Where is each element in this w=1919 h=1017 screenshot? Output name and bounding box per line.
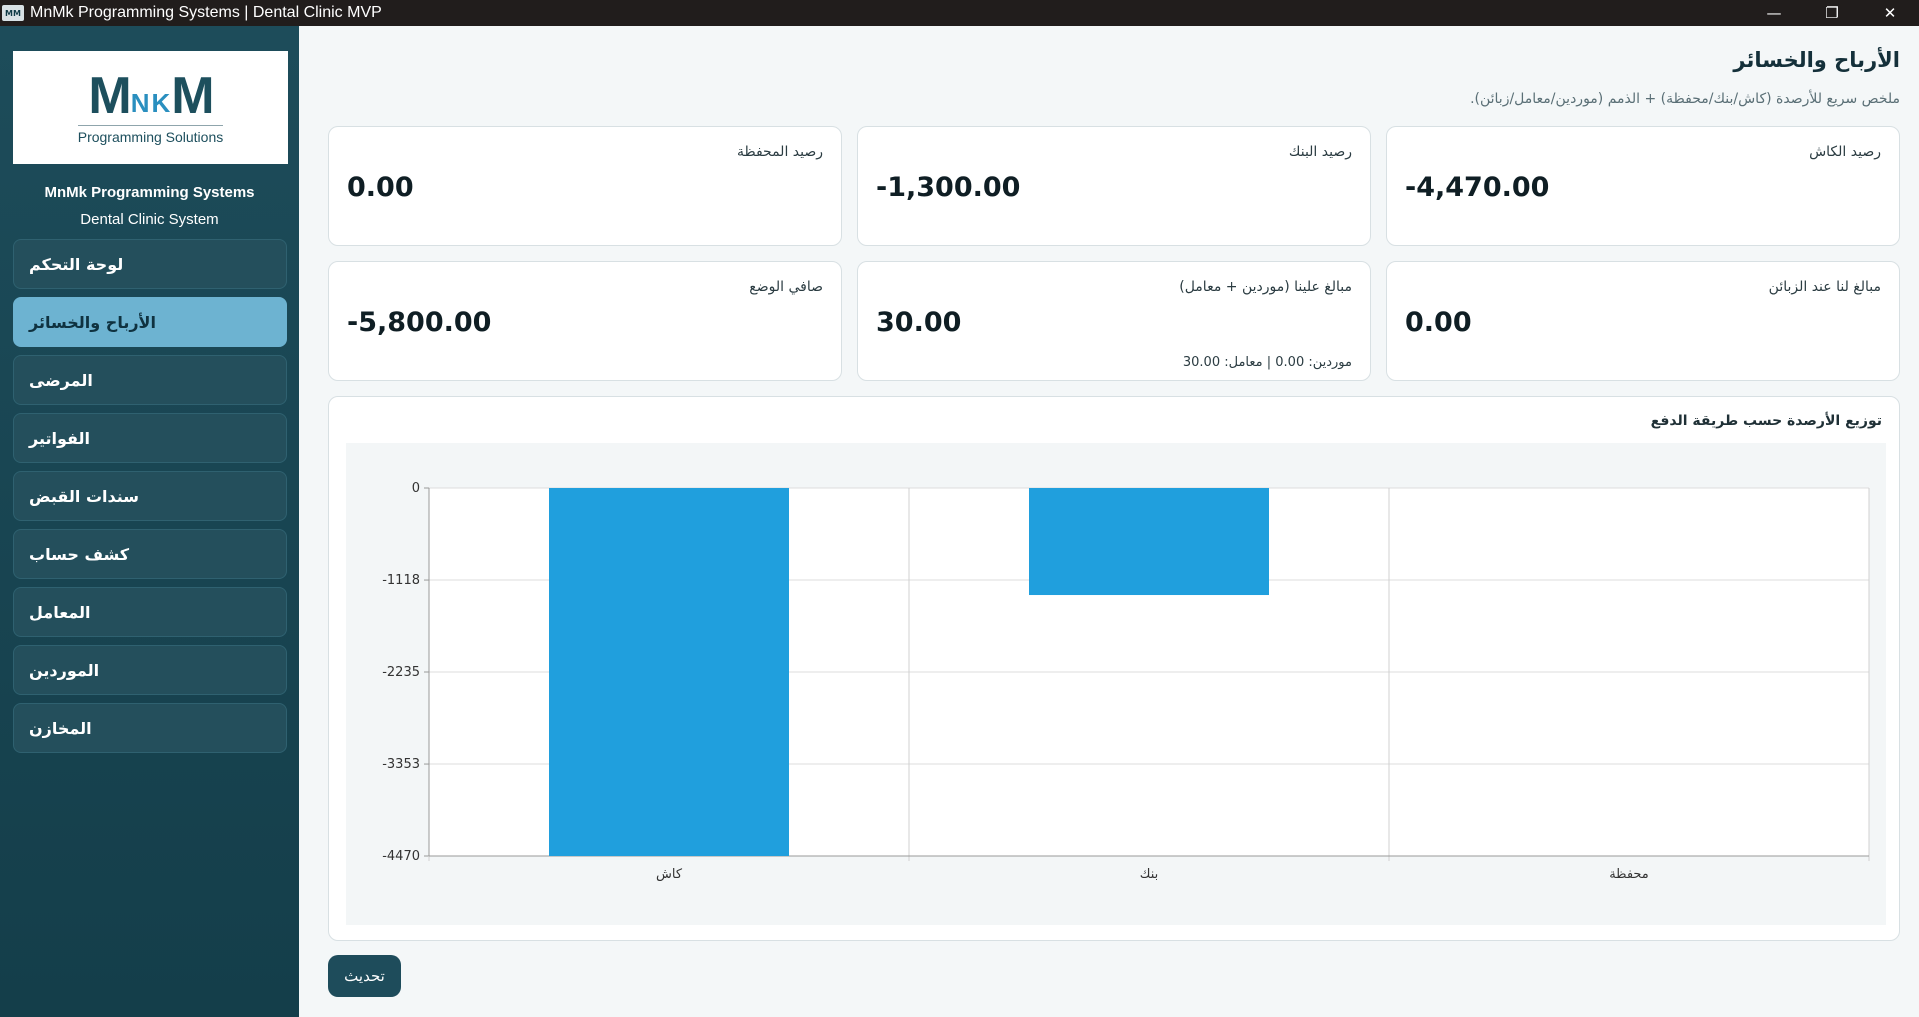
card-label: مبالغ علينا (موردين + معامل) [1179,279,1352,295]
x-tick-label: كاش [656,867,683,882]
window-controls: — ❐ ✕ [1745,0,1919,26]
card-value: 0.00 [347,172,414,203]
card-value: -1,300.00 [876,172,1021,203]
page-subtitle: ملخص سريع للأرصدة (كاش/بنك/محفظة) + الذم… [1470,91,1900,107]
y-tick-label: -3353 [382,757,420,772]
sidebar: M N K M Programming Solutions MnMk Progr… [0,26,299,1017]
sidebar-item-warehouses[interactable]: المخازن [13,703,287,753]
logo: M N K M Programming Solutions [13,51,288,164]
close-icon[interactable]: ✕ [1861,0,1919,26]
sidebar-nav: لوحة التحكم الأرباح والخسائر المرضى الفو… [13,239,287,761]
y-tick-label: -1118 [382,573,420,588]
minimize-icon[interactable]: — [1745,0,1803,26]
y-tick-label: 0 [412,481,420,496]
card-label: رصيد المحفظة [736,144,823,160]
logo-subtitle: Programming Solutions [77,125,224,145]
logo-mark: M N K M [88,67,214,125]
bar [549,488,789,856]
window-title: MnMk Programming Systems | Dental Clinic… [30,4,382,21]
card-net-position: صافي الوضع -5,800.00 [328,261,842,381]
refresh-button[interactable]: تحديث [328,955,401,997]
system-name: Dental Clinic System [80,211,219,228]
sidebar-item-labs[interactable]: المعامل [13,587,287,637]
card-note: موردين: 0.00 | معامل: 30.00 [1182,355,1352,370]
sidebar-item-invoices[interactable]: الفواتير [13,413,287,463]
card-label: مبالغ لنا عند الزبائن [1768,279,1881,295]
sidebar-item-patients[interactable]: المرضى [13,355,287,405]
card-cash-balance: رصيد الكاش -4,470.00 [1386,126,1900,246]
chart-card: توزيع الأرصدة حسب طريقة الدفع 0 -1118 -223… [328,396,1900,941]
chart-title: توزيع الأرصدة حسب طريقة الدفع [1650,413,1882,429]
card-customer-receivables: مبالغ لنا عند الزبائن 0.00 [1386,261,1900,381]
balance-bar-chart: 0 -1118 -2235 -3353 -4470 كاش بنك محفظة [382,481,1870,882]
card-label: صافي الوضع [749,279,823,295]
card-label: رصيد البنك [1288,144,1352,160]
restore-icon[interactable]: ❐ [1803,0,1861,26]
y-tick-label: -4470 [382,849,420,864]
sidebar-item-statement[interactable]: كشف حساب [13,529,287,579]
x-tick-label: بنك [1140,867,1159,882]
card-payables: مبالغ علينا (موردين + معامل) 30.00 موردي… [857,261,1371,381]
sidebar-item-suppliers[interactable]: الموردين [13,645,287,695]
app-icon: MM [2,5,24,21]
bar [1029,488,1269,596]
chart-area: 0 -1118 -2235 -3353 -4470 كاش بنك محفظة [346,443,1886,925]
sidebar-item-dashboard[interactable]: لوحة التحكم [13,239,287,289]
company-name: MnMk Programming Systems [44,184,255,201]
card-bank-balance: رصيد البنك -1,300.00 [857,126,1371,246]
card-label: رصيد الكاش [1809,144,1881,160]
sidebar-item-receipts[interactable]: سندات القبض [13,471,287,521]
card-value: -4,470.00 [1405,172,1550,203]
card-value: 30.00 [876,307,962,338]
y-tick-label: -2235 [382,665,420,680]
card-value: 0.00 [1405,307,1472,338]
main-content: الأرباح والخسائر ملخص سريع للأرصدة (كاش/… [299,26,1919,1017]
x-tick-label: محفظة [1609,867,1649,882]
window-titlebar: MM MnMk Programming Systems | Dental Cli… [0,0,1919,26]
page-title: الأرباح والخسائر [1733,48,1900,72]
card-wallet-balance: رصيد المحفظة 0.00 [328,126,842,246]
card-value: -5,800.00 [347,307,492,338]
sidebar-item-profit-loss[interactable]: الأرباح والخسائر [13,297,287,347]
